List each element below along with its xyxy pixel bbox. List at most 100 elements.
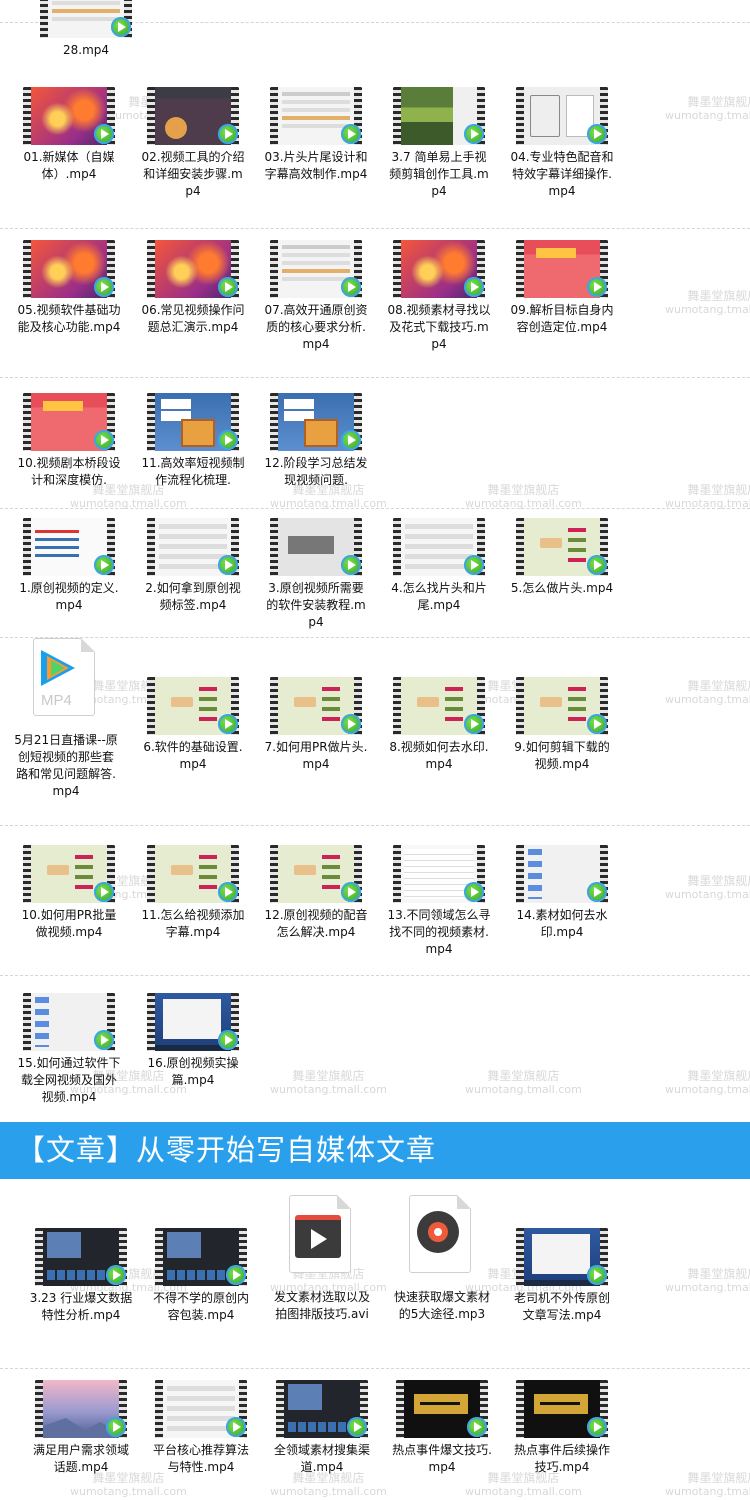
play-badge-icon bbox=[341, 882, 361, 902]
file-item[interactable]: 发文素材选取以及拍图排版技巧.avi bbox=[266, 1195, 378, 1323]
video-thumbnail bbox=[147, 677, 239, 735]
file-name: 发文素材选取以及拍图排版技巧.avi bbox=[273, 1290, 370, 1321]
play-badge-icon bbox=[218, 277, 238, 297]
file-item[interactable]: 老司机不外传原创文章写法.mp4 bbox=[506, 1228, 618, 1324]
file-name: 04.专业特色配音和特效字幕详细操作.mp4 bbox=[510, 150, 614, 198]
file-item[interactable]: MP4 5月21日直播课--原创短视频的那些套路和常见问题解答.mp4 bbox=[10, 638, 122, 800]
video-thumbnail bbox=[35, 1228, 127, 1286]
file-item[interactable]: 2.如何拿到原创视频标签.mp4 bbox=[137, 518, 249, 614]
play-badge-icon bbox=[464, 124, 484, 144]
file-name: 9.如何剪辑下载的视频.mp4 bbox=[514, 740, 610, 771]
play-badge-icon bbox=[587, 882, 607, 902]
file-item[interactable]: 10.视频剧本桥段设计和深度模仿. bbox=[13, 393, 125, 489]
video-thumbnail bbox=[270, 845, 362, 903]
file-item[interactable]: 4.怎么找片头和片尾.mp4 bbox=[383, 518, 495, 614]
file-name: 2.如何拿到原创视频标签.mp4 bbox=[145, 581, 241, 612]
file-item[interactable]: 15.如何通过软件下载全网视频及国外视频.mp4 bbox=[13, 993, 125, 1106]
video-thumbnail bbox=[393, 240, 485, 298]
video-thumbnail bbox=[516, 677, 608, 735]
file-item[interactable]: 平台核心推荐算法与特性.mp4 bbox=[145, 1380, 257, 1476]
file-name: 满足用户需求领域话题.mp4 bbox=[32, 1443, 129, 1474]
file-item[interactable]: 16.原创视频实操篇.mp4 bbox=[137, 993, 249, 1089]
video-thumbnail bbox=[516, 1380, 608, 1438]
file-item[interactable]: 05.视频软件基础功能及核心功能.mp4 bbox=[13, 240, 125, 336]
watermark: 舞墨堂旗舰店wumotang.tmall.com bbox=[665, 1471, 750, 1499]
file-item[interactable]: 全领域素材搜集渠道.mp4 bbox=[266, 1380, 378, 1476]
file-name: 28.mp4 bbox=[62, 43, 110, 57]
file-name: 03.片头片尾设计和字幕高效制作.mp4 bbox=[264, 150, 368, 181]
file-item[interactable]: 不得不学的原创内容包装.mp4 bbox=[145, 1228, 257, 1324]
mp4-file-icon: MP4 bbox=[27, 638, 105, 728]
file-item[interactable]: 09.解析目标自身内容创造定位.mp4 bbox=[506, 240, 618, 336]
file-name: 08.视频素材寻找以及花式下载技巧.mp4 bbox=[387, 303, 491, 351]
file-item[interactable]: 11.怎么给视频添加字幕.mp4 bbox=[137, 845, 249, 941]
section-banner: 【文章】从零开始写自媒体文章 bbox=[0, 1122, 750, 1179]
file-name: 3.7 简单易上手视频剪辑创作工具.mp4 bbox=[389, 150, 489, 198]
file-item[interactable]: 08.视频素材寻找以及花式下载技巧.mp4 bbox=[383, 240, 495, 353]
file-item[interactable]: 满足用户需求领域话题.mp4 bbox=[25, 1380, 137, 1476]
file-item[interactable]: 14.素材如何去水印.mp4 bbox=[506, 845, 618, 941]
file-item[interactable]: 10.如何用PR批量做视频.mp4 bbox=[13, 845, 125, 941]
video-thumbnail bbox=[40, 0, 132, 38]
file-name: 热点事件后续操作技巧.mp4 bbox=[513, 1443, 610, 1474]
video-thumbnail bbox=[35, 1380, 127, 1438]
file-name: 1.原创视频的定义.mp4 bbox=[19, 581, 119, 612]
file-name: 老司机不外传原创文章写法.mp4 bbox=[513, 1291, 610, 1322]
file-name: 06.常见视频操作问题总汇演示.mp4 bbox=[141, 303, 245, 334]
file-item[interactable]: 6.软件的基础设置.mp4 bbox=[137, 677, 249, 773]
file-item[interactable]: 07.高效开通原创资质的核心要求分析.mp4 bbox=[260, 240, 372, 353]
file-item[interactable]: 11.高效率短视频制作流程化梳理. bbox=[137, 393, 249, 489]
file-item[interactable]: 03.片头片尾设计和字幕高效制作.mp4 bbox=[260, 87, 372, 183]
video-thumbnail bbox=[270, 677, 362, 735]
file-item[interactable]: 8.视频如何去水印.mp4 bbox=[383, 677, 495, 773]
video-thumbnail bbox=[23, 845, 115, 903]
file-item[interactable]: 7.如何用PR做片头.mp4 bbox=[260, 677, 372, 773]
file-item[interactable]: 06.常见视频操作问题总汇演示.mp4 bbox=[137, 240, 249, 336]
file-name: 热点事件爆文技巧.mp4 bbox=[392, 1443, 492, 1474]
play-badge-icon bbox=[587, 277, 607, 297]
file-item[interactable]: 02.视频工具的介绍和详细安装步骤.mp4 bbox=[137, 87, 249, 200]
file-item[interactable]: 3.23 行业爆文数据特性分析.mp4 bbox=[25, 1228, 137, 1324]
file-item[interactable]: 快速获取爆文素材的5大途径.mp3 bbox=[386, 1195, 498, 1323]
file-item[interactable]: 12.阶段学习总结发现视频问题. bbox=[260, 393, 372, 489]
file-name: 3.原创视频所需要的软件安装教程.mp4 bbox=[266, 581, 366, 629]
video-thumbnail bbox=[270, 240, 362, 298]
watermark: 舞墨堂旗舰店wumotang.tmall.com bbox=[465, 1069, 582, 1097]
watermark: 舞墨堂旗舰店wumotang.tmall.com bbox=[665, 1069, 750, 1097]
file-item[interactable]: 12.原创视频的配音怎么解决.mp4 bbox=[260, 845, 372, 941]
play-badge-icon bbox=[94, 555, 114, 575]
file-name: 8.视频如何去水印.mp4 bbox=[389, 740, 489, 771]
play-badge-icon bbox=[111, 17, 131, 37]
play-badge-icon bbox=[218, 555, 238, 575]
play-badge-icon bbox=[218, 714, 238, 734]
file-name: 3.23 行业爆文数据特性分析.mp4 bbox=[29, 1291, 133, 1322]
file-name: 07.高效开通原创资质的核心要求分析.mp4 bbox=[264, 303, 368, 351]
file-name: 6.软件的基础设置.mp4 bbox=[143, 740, 243, 771]
file-name: 5月21日直播课--原创短视频的那些套路和常见问题解答.mp4 bbox=[14, 733, 118, 798]
file-item[interactable]: 3.原创视频所需要的软件安装教程.mp4 bbox=[260, 518, 372, 631]
play-badge-icon bbox=[106, 1417, 126, 1437]
file-item[interactable]: 热点事件后续操作技巧.mp4 bbox=[506, 1380, 618, 1476]
play-badge-icon bbox=[94, 277, 114, 297]
file-item[interactable]: 01.新媒体（自媒体）.mp4 bbox=[13, 87, 125, 183]
play-badge-icon bbox=[94, 124, 114, 144]
file-item[interactable]: 04.专业特色配音和特效字幕详细操作.mp4 bbox=[506, 87, 618, 200]
video-thumbnail bbox=[516, 1228, 608, 1286]
file-item[interactable]: 热点事件爆文技巧.mp4 bbox=[386, 1380, 498, 1476]
file-name: 12.原创视频的配音怎么解决.mp4 bbox=[264, 908, 368, 939]
file-name: 不得不学的原创内容包装.mp4 bbox=[152, 1291, 249, 1322]
file-item[interactable]: 9.如何剪辑下载的视频.mp4 bbox=[506, 677, 618, 773]
file-item[interactable]: 28.mp4 bbox=[30, 0, 142, 59]
video-thumbnail bbox=[23, 87, 115, 145]
video-thumbnail bbox=[516, 845, 608, 903]
watermark: 舞墨堂旗舰店wumotang.tmall.com bbox=[270, 1069, 387, 1097]
file-name: 16.原创视频实操篇.mp4 bbox=[147, 1056, 239, 1087]
file-name: 10.视频剧本桥段设计和深度模仿. bbox=[17, 456, 121, 487]
video-thumbnail bbox=[147, 240, 239, 298]
file-item[interactable]: 13.不同领域怎么寻找不同的视频素材.mp4 bbox=[383, 845, 495, 958]
file-name: 全领域素材搜集渠道.mp4 bbox=[273, 1443, 370, 1474]
file-name: 11.高效率短视频制作流程化梳理. bbox=[141, 456, 245, 487]
file-item[interactable]: 5.怎么做片头.mp4 bbox=[506, 518, 618, 597]
file-item[interactable]: 1.原创视频的定义.mp4 bbox=[13, 518, 125, 614]
file-item[interactable]: 3.7 简单易上手视频剪辑创作工具.mp4 bbox=[383, 87, 495, 200]
